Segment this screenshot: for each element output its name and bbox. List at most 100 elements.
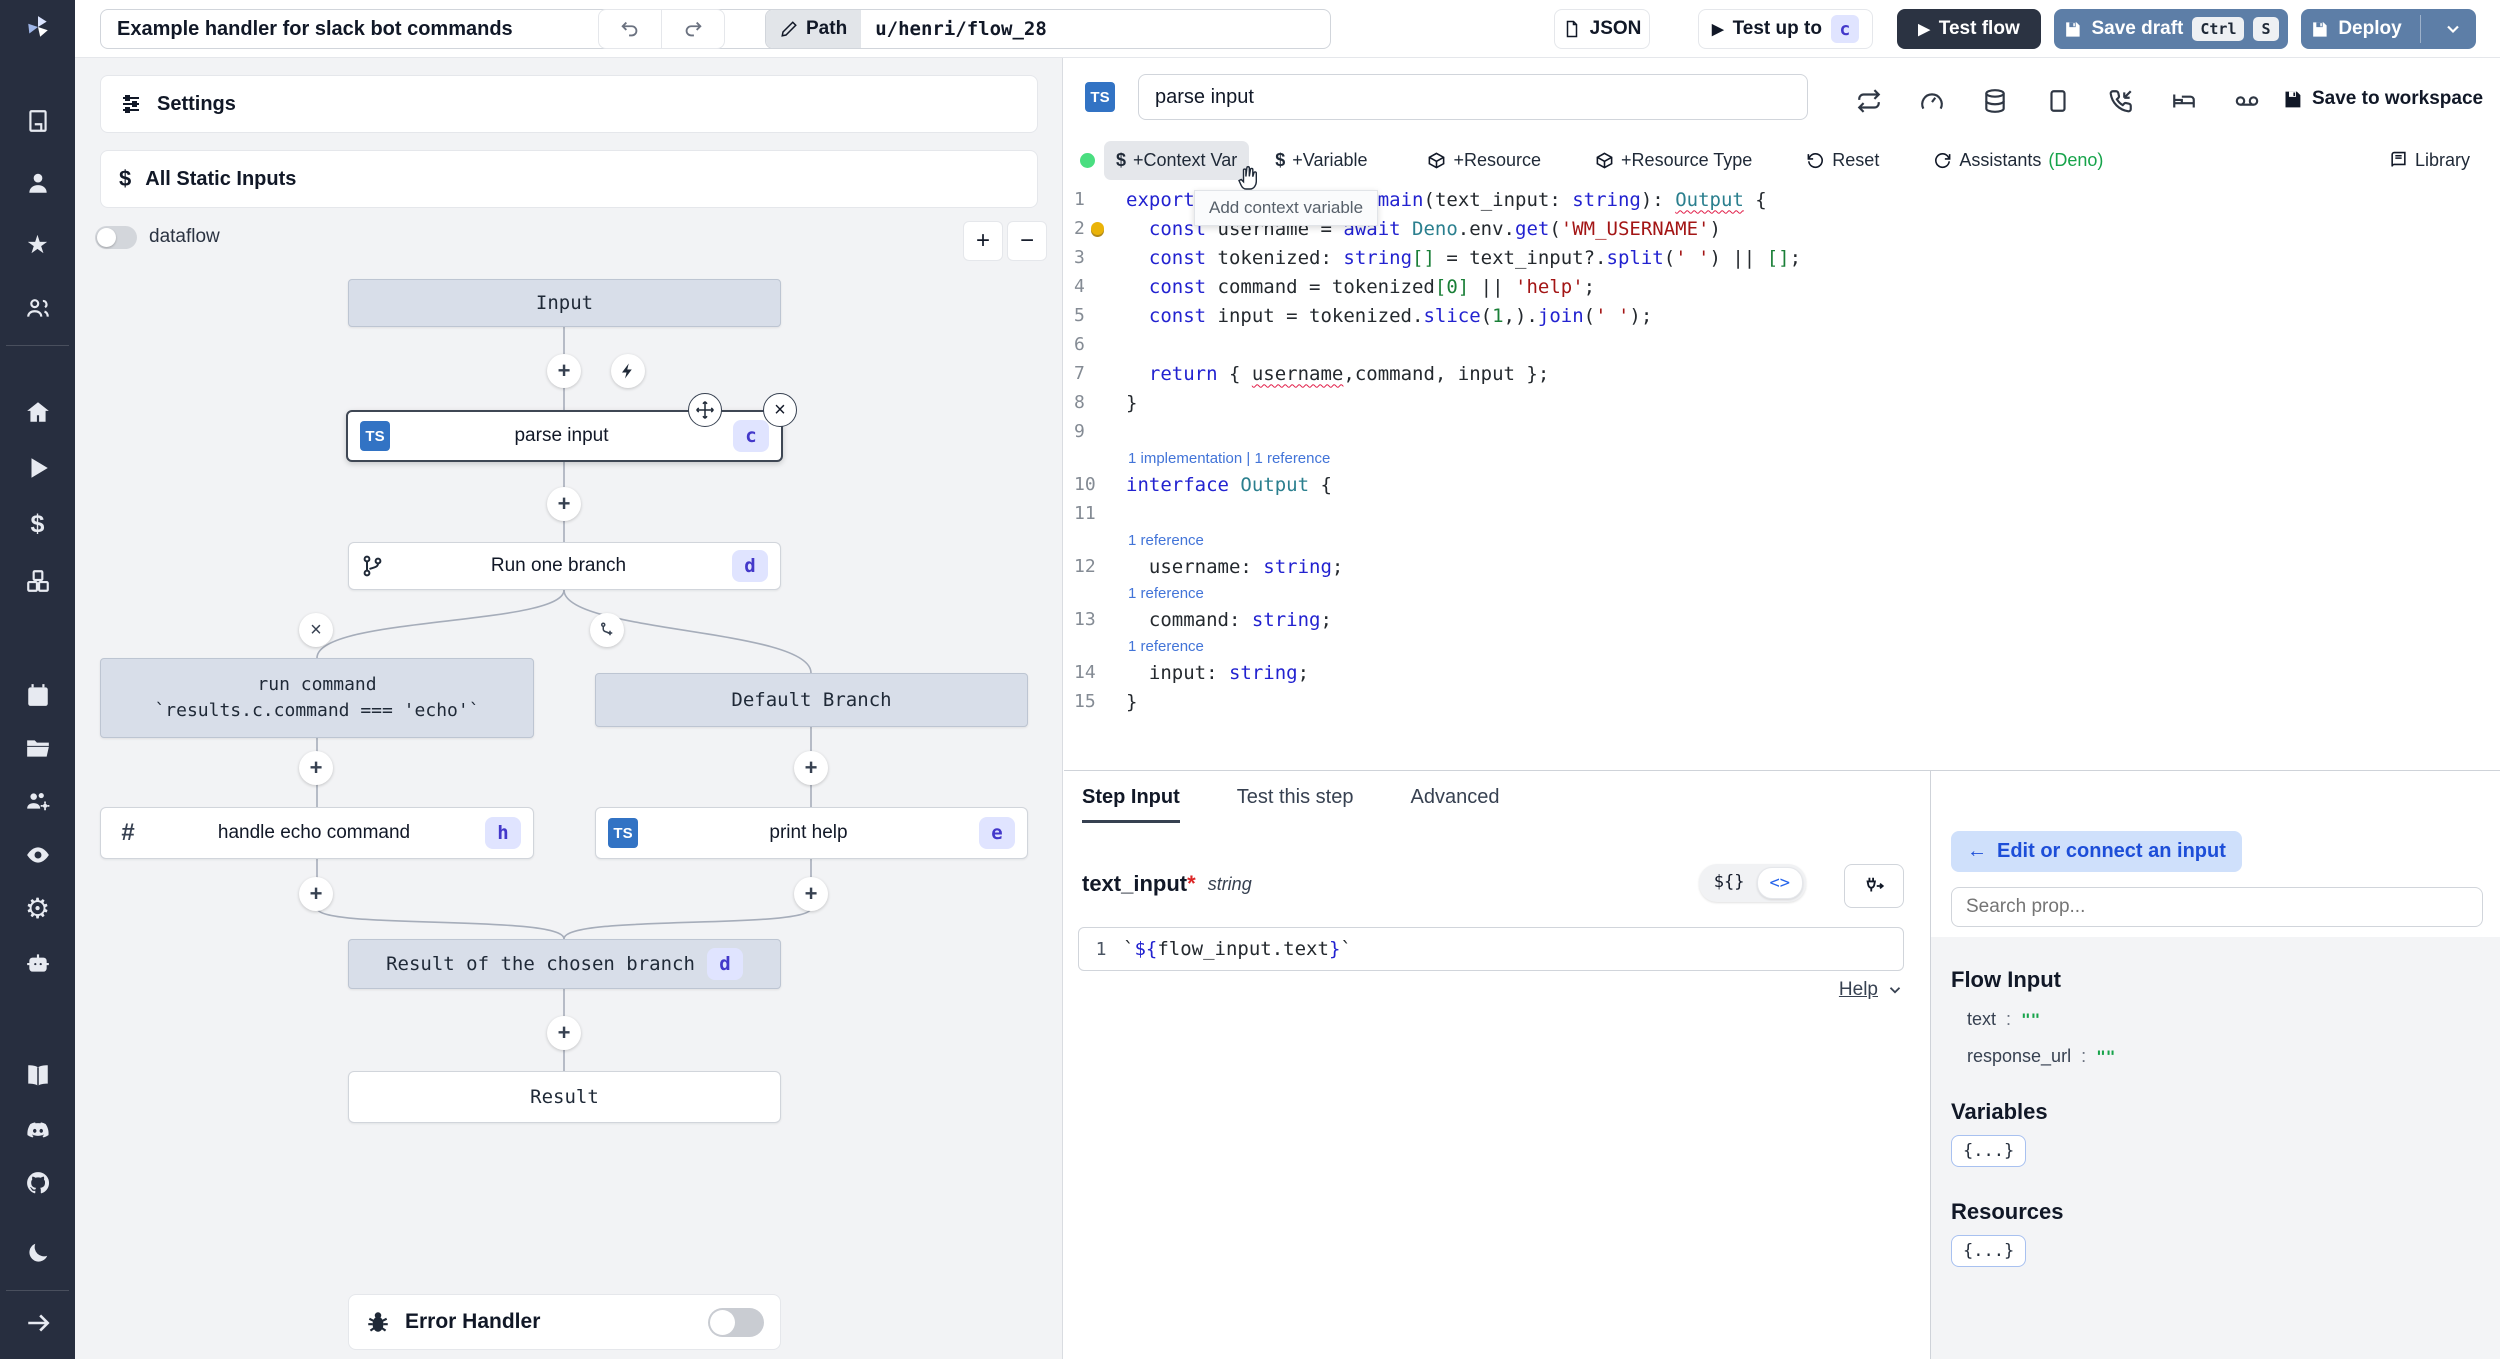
- tab-step-input[interactable]: Step Input: [1082, 771, 1180, 823]
- code-editor-content[interactable]: 1export async function main(text_input: …: [1064, 185, 2500, 716]
- resources-expand-chip[interactable]: {...}: [1951, 1235, 2027, 1267]
- add-step-button[interactable]: +: [547, 487, 581, 521]
- move-node-handle[interactable]: [688, 393, 722, 427]
- workers-users-gear-icon[interactable]: [23, 786, 53, 816]
- static-inputs-label: All Static Inputs: [145, 167, 297, 190]
- ai-robot-icon[interactable]: [23, 948, 53, 978]
- docs-book-icon[interactable]: [23, 1060, 53, 1090]
- runs-play-icon[interactable]: [23, 453, 53, 483]
- add-step-button[interactable]: +: [547, 354, 581, 388]
- add-variable-button[interactable]: $ +Variable: [1263, 141, 1379, 180]
- editor-toolbar: $ +Context Var $ +Variable +Resource +Reso…: [1064, 135, 2500, 185]
- user-icon[interactable]: [23, 168, 53, 198]
- chevron-down-icon[interactable]: [1886, 981, 1904, 999]
- delete-node-button[interactable]: ×: [763, 393, 797, 427]
- resources-boxes-icon[interactable]: [23, 566, 53, 596]
- database-icon[interactable]: [1982, 88, 2008, 120]
- groups-icon[interactable]: [23, 293, 53, 323]
- error-handler-card: Error Handler: [348, 1294, 781, 1350]
- expression-input[interactable]: 1 `${flow_input.text}`: [1078, 927, 1904, 971]
- test-up-to-button[interactable]: ▶ Test up to c: [1698, 9, 1873, 49]
- prop-row-text[interactable]: text: "": [1967, 1009, 2500, 1030]
- add-step-button[interactable]: +: [299, 877, 333, 911]
- node-input[interactable]: Input: [348, 279, 781, 327]
- search-prop-input[interactable]: [1951, 887, 2483, 927]
- variables-expand-chip[interactable]: {...}: [1951, 1135, 2027, 1167]
- save-draft-button[interactable]: Save draft Ctrl S: [2054, 9, 2288, 49]
- repeat-icon[interactable]: [1856, 88, 1882, 120]
- favorites-star-icon[interactable]: ★: [23, 230, 53, 260]
- add-step-button[interactable]: +: [547, 1016, 581, 1050]
- add-step-button[interactable]: +: [794, 751, 828, 785]
- tab-advanced[interactable]: Advanced: [1410, 771, 1499, 823]
- add-step-button[interactable]: +: [794, 877, 828, 911]
- schedules-calendar-icon[interactable]: [23, 680, 53, 710]
- zoom-out-button[interactable]: −: [1007, 221, 1047, 261]
- code-mode-button[interactable]: <>: [1756, 867, 1803, 899]
- deploy-dropdown-button[interactable]: [2430, 19, 2476, 39]
- windmill-logo-icon[interactable]: [23, 12, 53, 42]
- flow-settings-row[interactable]: Settings: [100, 75, 1038, 133]
- discord-icon[interactable]: [23, 1116, 53, 1146]
- prop-row-response-url[interactable]: response_url: "": [1967, 1046, 2500, 1067]
- dataflow-toggle[interactable]: [95, 226, 137, 249]
- field-type: string: [1207, 873, 1252, 894]
- test-flow-button[interactable]: ▶ Test flow: [1897, 9, 2041, 49]
- save-to-workspace-button[interactable]: Save to workspace: [2282, 88, 2483, 110]
- add-resource-type-button[interactable]: +Resource Type: [1583, 141, 1764, 180]
- assistants-button[interactable]: Assistants (Deno): [1921, 141, 2115, 180]
- node-handle-echo-command[interactable]: # handle echo command h: [100, 807, 534, 859]
- package-icon: [1596, 151, 1613, 169]
- assistants-language: (Deno): [2048, 149, 2104, 170]
- node-default-branch[interactable]: Default Branch: [595, 673, 1028, 727]
- github-icon[interactable]: [23, 1168, 53, 1198]
- gauge-icon[interactable]: [1919, 88, 1945, 120]
- node-print-help[interactable]: TS print help e: [595, 807, 1028, 859]
- library-button[interactable]: Library: [2377, 141, 2482, 180]
- add-branch-button[interactable]: [590, 613, 624, 647]
- error-handler-toggle[interactable]: [708, 1307, 764, 1337]
- line-number: 1: [1095, 938, 1107, 960]
- reset-button[interactable]: Reset: [1794, 141, 1891, 180]
- deploy-button[interactable]: Deploy: [2301, 9, 2476, 49]
- undo-button[interactable]: [599, 10, 661, 48]
- edit-or-connect-button[interactable]: ← Edit or connect an input: [1951, 831, 2242, 872]
- settings-gear-icon[interactable]: ⚙: [23, 894, 53, 924]
- variables-dollar-icon[interactable]: $: [23, 509, 53, 539]
- undo-redo-group: [598, 9, 725, 49]
- path-value[interactable]: u/henri/flow_28: [861, 10, 1061, 48]
- add-step-button[interactable]: +: [299, 751, 333, 785]
- tab-test-this-step[interactable]: Test this step: [1237, 771, 1354, 823]
- connect-input-button[interactable]: [1844, 864, 1904, 908]
- trigger-bolt-button[interactable]: [611, 354, 645, 388]
- add-context-var-button[interactable]: $ +Context Var: [1104, 140, 1250, 180]
- node-result-chosen-branch[interactable]: Result of the chosen branch d: [348, 939, 781, 989]
- folders-icon[interactable]: [23, 733, 53, 763]
- path-chip[interactable]: Path u/henri/flow_28: [765, 9, 1331, 49]
- voicemail-icon[interactable]: [2234, 88, 2260, 120]
- home-icon[interactable]: [23, 397, 53, 427]
- workspace-icon[interactable]: [23, 106, 53, 136]
- node-result[interactable]: Result: [348, 1071, 781, 1123]
- phone-incoming-icon[interactable]: [2108, 88, 2134, 120]
- props-body: Flow Input text: "" response_url: "" Varia…: [1931, 937, 2500, 1359]
- audit-eye-icon[interactable]: [23, 840, 53, 870]
- input-mode-toggle: ${} <>: [1698, 864, 1806, 902]
- template-mode-button[interactable]: ${}: [1702, 867, 1757, 899]
- help-link[interactable]: Help: [1839, 979, 1878, 1001]
- status-dot: [1080, 152, 1095, 168]
- tablet-icon[interactable]: [2045, 88, 2071, 120]
- node-run-one-branch[interactable]: Run one branch d: [348, 542, 781, 590]
- remove-branch-button[interactable]: ×: [299, 613, 333, 647]
- move-icon: [696, 401, 714, 419]
- node-run-command-branch[interactable]: run command `results.c.command === 'echo…: [100, 658, 534, 738]
- json-button[interactable]: JSON: [1554, 9, 1650, 49]
- expand-arrow-right-icon[interactable]: [23, 1308, 53, 1338]
- bed-icon[interactable]: [2171, 88, 2197, 120]
- add-resource-button[interactable]: +Resource: [1415, 141, 1553, 180]
- dark-mode-moon-icon[interactable]: [23, 1238, 53, 1268]
- step-name-input[interactable]: [1138, 74, 1808, 120]
- all-static-inputs-row[interactable]: $ All Static Inputs: [100, 150, 1038, 208]
- zoom-in-button[interactable]: +: [963, 221, 1003, 261]
- redo-button[interactable]: [661, 10, 724, 48]
